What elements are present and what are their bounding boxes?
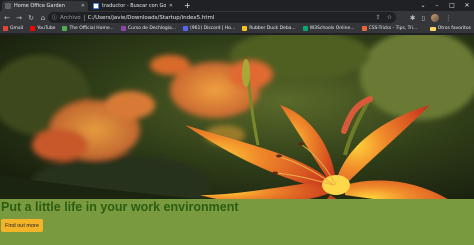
bookmark-label: W3Schools Online...	[309, 26, 355, 31]
close-tab-icon[interactable]: ✕	[169, 3, 173, 9]
forward-button[interactable]: →	[14, 13, 24, 23]
other-bookmarks[interactable]: Otros favoritos	[429, 26, 471, 31]
w3schools-icon	[302, 26, 308, 31]
tab-home-office-garden[interactable]: Home Office Garden ✕	[2, 1, 88, 11]
star-icon[interactable]: ☆	[387, 14, 392, 21]
duck-icon	[242, 26, 248, 31]
bookmark-discord[interactable]: (961) Discord | Ho...	[183, 26, 235, 31]
hero-lily-image	[0, 35, 474, 199]
find-out-more-button[interactable]: Find out more	[1, 219, 43, 232]
gmail-icon	[3, 26, 8, 31]
discord-icon	[183, 26, 189, 31]
toolbar-right-icons: ✱ ▯ ⋮	[410, 12, 452, 23]
bookmark-official-home[interactable]: The Official Home...	[62, 26, 114, 31]
youtube-icon	[30, 26, 36, 31]
sidebar-icon[interactable]: ▯	[421, 14, 425, 22]
tab-label: traductor - Buscar con Google	[102, 3, 166, 9]
bookmarks-bar: Gmail YouTube The Official Home... Curso…	[0, 24, 474, 34]
share-icon[interactable]: ⇪	[376, 14, 381, 21]
menu-icon[interactable]: ⋮	[445, 14, 452, 22]
bookmark-label: Otros favoritos	[437, 26, 471, 31]
hero-banner: Put a little life in your work environme…	[0, 199, 474, 245]
new-tab-button[interactable]: +	[184, 1, 191, 10]
close-window-button[interactable]: ✕	[460, 0, 474, 11]
bookmark-label: The Official Home...	[69, 26, 114, 31]
bookmark-label: Rubber Duck Deba...	[249, 26, 296, 31]
tab-traductor[interactable]: traductor - Buscar con Google ✕	[90, 1, 176, 11]
bookmark-label: CSS-Tricks - Tips, Tri...	[368, 26, 418, 31]
minimize-button[interactable]: –	[430, 0, 444, 11]
bookmark-css-tricks[interactable]: CSS-Tricks - Tips, Tri...	[361, 26, 418, 31]
browser-toolbar: ← → ↻ ⌂ ⓘ Archivo ⇪ ☆	[0, 11, 474, 24]
leaf-icon	[62, 26, 68, 31]
css-tricks-icon	[361, 26, 367, 31]
bookmark-w3schools[interactable]: W3Schools Online...	[302, 26, 355, 31]
bookmark-youtube[interactable]: YouTube	[30, 26, 55, 31]
tab-label: Home Office Garden	[14, 3, 65, 9]
extensions-icon[interactable]: ✱	[410, 14, 415, 22]
close-tab-icon[interactable]: ✕	[81, 3, 85, 9]
tab-strip: Home Office Garden ✕ traductor - Buscar …	[0, 0, 474, 11]
chevron-down-icon[interactable]: ⌄	[416, 0, 430, 11]
globe-icon	[5, 3, 11, 9]
avatar[interactable]	[431, 13, 440, 22]
url-input[interactable]	[87, 14, 338, 21]
address-prefix: Archivo	[60, 14, 81, 21]
bookmark-label: Curso de Dechlogia...	[127, 26, 177, 31]
bookmark-label: YouTube	[37, 26, 56, 31]
reload-button[interactable]: ↻	[26, 13, 36, 23]
address-bar[interactable]: ⓘ Archivo ⇪ ☆	[48, 12, 396, 23]
folder-icon	[429, 26, 436, 31]
address-separator	[83, 14, 85, 21]
maximize-button[interactable]: □	[445, 0, 459, 11]
bookmark-rubber-duck[interactable]: Rubber Duck Deba...	[242, 26, 296, 31]
info-icon[interactable]: ⓘ	[52, 14, 57, 21]
hero-headline: Put a little life in your work environme…	[1, 200, 239, 214]
course-icon	[120, 26, 126, 31]
bookmark-curso[interactable]: Curso de Dechlogia...	[120, 26, 177, 31]
back-button[interactable]: ←	[2, 13, 12, 23]
bookmark-label: Gmail	[10, 26, 24, 31]
home-button[interactable]: ⌂	[38, 13, 48, 23]
bookmark-gmail[interactable]: Gmail	[3, 26, 23, 31]
bookmark-label: (961) Discord | Ho...	[190, 26, 236, 31]
google-icon	[93, 3, 99, 9]
page-viewport: Put a little life in your work environme…	[0, 35, 474, 245]
